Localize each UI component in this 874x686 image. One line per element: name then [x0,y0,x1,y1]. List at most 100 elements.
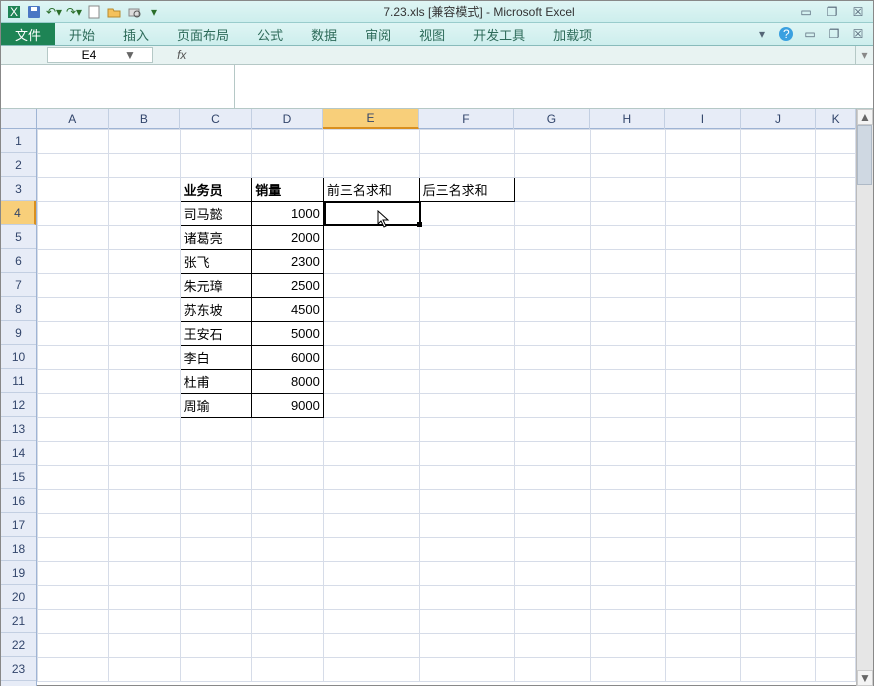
row-header[interactable]: 11 [1,369,36,393]
column-header[interactable]: J [741,109,817,129]
cell[interactable]: 前三名求和 [323,178,419,202]
column-header[interactable]: B [109,109,181,129]
window-minimize-icon[interactable]: ▭ [801,25,819,43]
row-header[interactable]: 7 [1,273,36,297]
column-header[interactable]: A [37,109,109,129]
new-icon[interactable] [85,3,103,21]
column-header[interactable]: I [665,109,741,129]
tab-data[interactable]: 数据 [297,23,351,45]
row-header[interactable]: 14 [1,441,36,465]
redo-icon[interactable]: ↷▾ [65,3,83,21]
row-header[interactable]: 10 [1,345,36,369]
row-header[interactable]: 22 [1,633,36,657]
row-header[interactable]: 4 [1,201,36,225]
formula-controls: ✕ fx [153,46,192,64]
row-header[interactable]: 23 [1,657,36,681]
row-header[interactable]: 3 [1,177,36,201]
name-box-dropdown-icon[interactable]: ▼ [124,48,136,62]
cell[interactable]: 杜甫 [180,370,252,394]
cell[interactable]: 2300 [252,250,324,274]
cell[interactable]: 5000 [252,322,324,346]
row-header[interactable]: 9 [1,321,36,345]
save-icon[interactable] [25,3,43,21]
fx-icon[interactable]: fx [177,48,186,62]
cell[interactable]: 苏东坡 [180,298,252,322]
cell[interactable]: 业务员 [180,178,252,202]
tab-formulas[interactable]: 公式 [243,23,297,45]
tab-insert[interactable]: 插入 [109,23,163,45]
tab-home[interactable]: 开始 [55,23,109,45]
row-header[interactable]: 13 [1,417,36,441]
excel-icon[interactable]: X [5,3,23,21]
cell[interactable]: 李白 [180,346,252,370]
column-header[interactable]: F [419,109,514,129]
cell-E4[interactable] [323,202,419,226]
open-icon[interactable] [105,3,123,21]
cell[interactable]: 后三名求和 [419,178,515,202]
tab-review[interactable]: 审阅 [351,23,405,45]
row-header[interactable]: 17 [1,513,36,537]
ribbon-dropdown-icon[interactable]: ▾ [753,25,771,43]
tab-pagelayout[interactable]: 页面布局 [163,23,243,45]
cell[interactable]: 张飞 [180,250,252,274]
column-header[interactable]: C [180,109,252,129]
cell[interactable]: 2000 [252,226,324,250]
formula-expand-icon[interactable]: ▾ [855,46,873,64]
name-box[interactable]: ▼ [47,47,153,63]
tab-view[interactable]: 视图 [405,23,459,45]
cell[interactable]: 诸葛亮 [180,226,252,250]
scroll-up-icon[interactable]: ▲ [857,109,873,125]
cell[interactable]: 4500 [252,298,324,322]
column-header[interactable]: E [323,109,418,129]
print-preview-icon[interactable] [125,3,143,21]
cell[interactable]: 6000 [252,346,324,370]
row-header[interactable]: 8 [1,297,36,321]
cell[interactable]: 8000 [252,370,324,394]
tab-addins[interactable]: 加载项 [539,23,606,45]
cell[interactable]: 2500 [252,274,324,298]
column-header[interactable]: G [514,109,590,129]
vertical-scrollbar[interactable]: ▲ ▼ [856,109,873,686]
row-header[interactable]: 5 [1,225,36,249]
name-box-input[interactable] [54,48,124,62]
select-all-corner[interactable] [1,109,37,129]
row-header[interactable]: 15 [1,465,36,489]
minimize-icon[interactable]: ▭ [795,4,817,20]
window-restore-icon[interactable]: ❐ [825,25,843,43]
qat-dropdown-icon[interactable]: ▾ [145,3,163,21]
formula-input[interactable] [192,46,855,64]
close-icon[interactable]: ☒ [847,4,869,20]
row-header[interactable]: 19 [1,561,36,585]
undo-icon[interactable]: ↶▾ [45,3,63,21]
row-header[interactable]: 18 [1,537,36,561]
cell[interactable]: 9000 [252,394,324,418]
scroll-down-icon[interactable]: ▼ [857,670,873,686]
row-header[interactable]: 6 [1,249,36,273]
cells-area[interactable]: 业务员 销量 前三名求和 后三名求和 司马懿1000 诸葛亮2000 张飞230… [37,129,856,682]
cell[interactable]: 销量 [252,178,324,202]
worksheet-grid[interactable]: 1 2 3 4 5 6 7 8 9 10 11 12 13 14 15 16 1… [1,109,873,686]
cell[interactable]: 司马懿 [180,202,252,226]
cell[interactable]: 1000 [252,202,324,226]
cell[interactable]: 周瑜 [180,394,252,418]
help-icon[interactable]: ? [777,25,795,43]
restore-icon[interactable]: ❐ [821,4,843,20]
row-header[interactable]: 20 [1,585,36,609]
row-header[interactable]: 16 [1,489,36,513]
cell[interactable]: 王安石 [180,322,252,346]
scroll-thumb[interactable] [857,125,872,185]
svg-text:?: ? [783,27,790,41]
column-header[interactable]: D [252,109,324,129]
window-close-icon[interactable]: ☒ [849,25,867,43]
row-header[interactable]: 21 [1,609,36,633]
row-header[interactable]: 1 [1,129,36,153]
cell[interactable]: 朱元璋 [180,274,252,298]
sheet-table[interactable]: 业务员 销量 前三名求和 后三名求和 司马懿1000 诸葛亮2000 张飞230… [37,129,856,682]
column-header[interactable]: K [816,109,856,129]
grid-body[interactable]: A B C D E F G H I J K 业务员 销量 [37,109,856,686]
row-header[interactable]: 2 [1,153,36,177]
column-header[interactable]: H [590,109,666,129]
tab-developer[interactable]: 开发工具 [459,23,539,45]
row-header[interactable]: 12 [1,393,36,417]
file-tab[interactable]: 文件 [1,23,55,45]
